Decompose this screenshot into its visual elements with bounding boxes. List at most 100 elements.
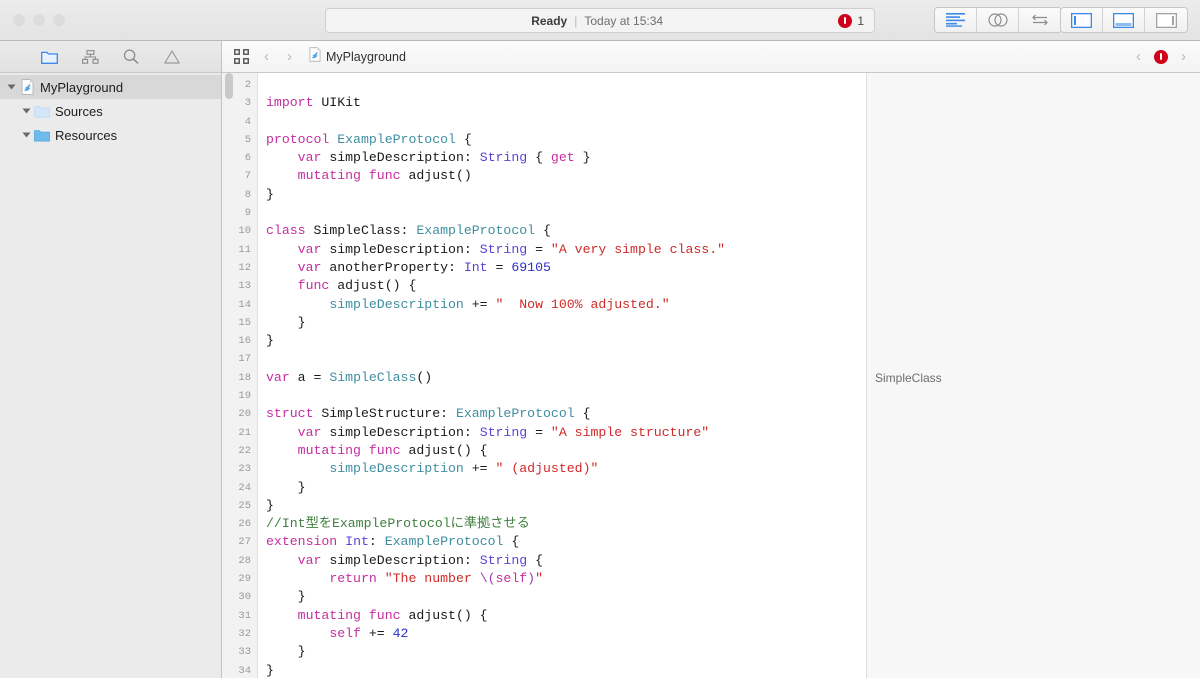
zoom-button[interactable] — [53, 14, 65, 26]
navigate-back-button[interactable]: ‹ — [258, 46, 275, 68]
code-token: simpleDescription: — [321, 241, 480, 257]
toggle-navigator-button[interactable] — [1061, 8, 1103, 32]
code-token: } — [266, 479, 306, 495]
status-bar[interactable]: Ready | Today at 15:34 1 — [325, 8, 875, 33]
editor-column: ‹ › MyPlayground ‹ › 2 3 4 5 6 7 8 9 10 … — [222, 41, 1200, 678]
navigate-forward-button[interactable]: › — [281, 46, 298, 68]
code-line[interactable]: class SimpleClass: ExampleProtocol { — [258, 222, 866, 240]
code-line[interactable]: simpleDescription += " (adjusted)" — [258, 460, 866, 478]
code-line[interactable]: self += 42 — [258, 625, 866, 643]
code-line[interactable]: func adjust() { — [258, 277, 866, 295]
line-number: 34 — [238, 664, 251, 677]
close-button[interactable] — [13, 14, 25, 26]
disclosure-triangle-icon[interactable] — [4, 83, 18, 91]
result-empty — [867, 149, 1200, 167]
code-line[interactable]: mutating func adjust() { — [258, 442, 866, 460]
sidebar-item-resources[interactable]: Resources — [0, 123, 221, 147]
navigator-tab-bar — [0, 41, 221, 73]
code-line[interactable]: } — [258, 186, 866, 204]
code-line[interactable]: simpleDescription += " Now 100% adjusted… — [258, 296, 866, 314]
code-line[interactable]: var simpleDescription: String { — [258, 552, 866, 570]
code-token: mutating func — [297, 607, 401, 623]
code-token: " — [535, 571, 544, 587]
sidebar-item-sources[interactable]: Sources — [0, 99, 221, 123]
version-editor-button[interactable] — [1019, 8, 1061, 32]
toggle-utilities-button[interactable] — [1145, 8, 1187, 32]
code-token: String — [479, 424, 528, 440]
code-line[interactable]: extension Int: ExampleProtocol { — [258, 533, 866, 551]
result-empty — [867, 570, 1200, 588]
next-issue-button[interactable]: › — [1175, 46, 1192, 68]
code-line[interactable] — [258, 387, 866, 405]
code-line[interactable]: } — [258, 314, 866, 332]
code-token: { — [535, 223, 551, 239]
result-empty — [867, 643, 1200, 661]
toggle-debug-area-button[interactable] — [1103, 8, 1145, 32]
line-number-gutter[interactable]: 2 3 4 5 6 7 8 9 10 11 12 13 14 15 16 17 18 19 20 21 22 23 24 25… — [222, 73, 258, 678]
code-line[interactable]: return "The number \(self)" — [258, 570, 866, 588]
code-line[interactable]: protocol ExampleProtocol { — [258, 131, 866, 149]
panel-toggle-group — [1060, 7, 1188, 33]
status-text: Ready | Today at 15:34 — [326, 14, 838, 28]
code-line[interactable]: } — [258, 497, 866, 515]
code-token: = — [527, 424, 551, 440]
code-line[interactable]: } — [258, 588, 866, 606]
previous-issue-button[interactable]: ‹ — [1130, 46, 1147, 68]
lines-icon — [946, 13, 965, 27]
source-code-editor[interactable]: import UIKit protocol ExampleProtocol { … — [258, 73, 866, 678]
code-line[interactable]: } — [258, 643, 866, 661]
sidebar-item-myplayground[interactable]: MyPlayground — [0, 75, 221, 99]
result-empty — [867, 76, 1200, 94]
code-line[interactable]: import UIKit — [258, 94, 866, 112]
code-line[interactable]: mutating func adjust() { — [258, 607, 866, 625]
playground-file-icon — [18, 79, 36, 95]
folder-dim-icon — [33, 105, 51, 118]
code-line[interactable] — [258, 113, 866, 131]
code-token: SimpleClass: — [305, 223, 417, 239]
code-line[interactable]: } — [258, 662, 866, 678]
assistant-editor-button[interactable] — [977, 8, 1019, 32]
code-line[interactable]: var simpleDescription: String { get } — [258, 149, 866, 167]
disclosure-triangle-icon[interactable] — [19, 107, 33, 115]
error-count: 1 — [857, 13, 864, 28]
code-line[interactable] — [258, 204, 866, 222]
code-line[interactable] — [258, 350, 866, 368]
code-line[interactable]: var a = SimpleClass() — [258, 369, 866, 387]
code-line[interactable]: var simpleDescription: String = "A very … — [258, 241, 866, 259]
project-navigator-tab[interactable] — [40, 48, 58, 66]
code-line[interactable]: } — [258, 332, 866, 350]
status-separator: | — [574, 13, 578, 28]
disclosure-triangle-icon[interactable] — [19, 131, 33, 139]
code-token: ExampleProtocol — [337, 131, 456, 147]
standard-editor-button[interactable] — [935, 8, 977, 32]
line-number: 16 — [238, 335, 251, 348]
code-line[interactable]: var anotherProperty: Int = 69105 — [258, 259, 866, 277]
result-value[interactable]: SimpleClass — [867, 369, 1200, 387]
results-sidebar[interactable]: SimpleClass SimpleClass"A very simple cl… — [866, 73, 1200, 678]
code-token: += — [463, 461, 496, 477]
issue-navigator-tab[interactable] — [163, 48, 181, 66]
code-line[interactable]: //Int型をExampleProtocolに準拠させる — [258, 515, 866, 533]
breadcrumb[interactable]: MyPlayground — [309, 46, 406, 67]
minimize-button[interactable] — [33, 14, 45, 26]
code-line[interactable]: mutating func adjust() — [258, 167, 866, 185]
find-navigator-tab[interactable] — [122, 48, 140, 66]
result-empty — [867, 387, 1200, 405]
error-badge-icon[interactable] — [1154, 49, 1168, 64]
code-line[interactable] — [258, 76, 866, 94]
result-empty — [867, 607, 1200, 625]
status-issue-group[interactable]: 1 — [838, 13, 874, 28]
symbol-navigator-tab[interactable] — [81, 48, 99, 66]
code-line[interactable]: struct SimpleStructure: ExampleProtocol … — [258, 405, 866, 423]
code-line[interactable]: var simpleDescription: String = "A simpl… — [258, 424, 866, 442]
code-token: simpleDescription: — [321, 150, 480, 166]
line-number: 20 — [238, 408, 251, 421]
code-token: anotherProperty: — [321, 259, 464, 275]
code-line[interactable]: } — [258, 479, 866, 497]
code-token: } — [266, 589, 306, 605]
result-empty — [867, 186, 1200, 204]
related-items-button[interactable] — [230, 49, 252, 64]
